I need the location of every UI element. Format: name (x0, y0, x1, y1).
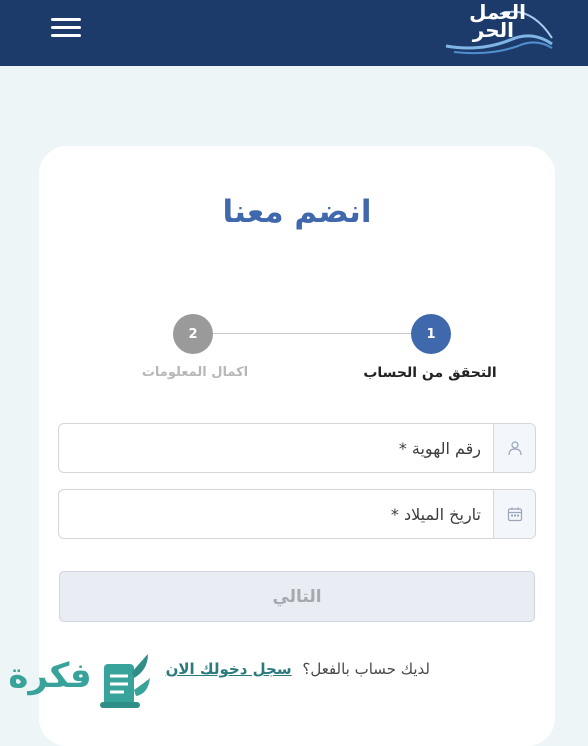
step-1-circle: 1 (411, 314, 451, 354)
user-icon (493, 424, 535, 472)
birth-date-input[interactable] (81, 490, 481, 538)
birth-date-field (58, 489, 536, 539)
step-1-label: التحقق من الحساب (363, 365, 497, 381)
top-bar: العمل الحر (0, 0, 588, 66)
document-leaf-icon (100, 654, 150, 708)
hamburger-menu-icon[interactable] (51, 18, 81, 38)
next-button[interactable]: التالي (59, 571, 535, 622)
page-title: انضم معنا (222, 194, 372, 230)
watermark-logo: فكرة (0, 648, 155, 712)
logo-line-2: الحر (472, 18, 514, 42)
step-2-circle: 2 (173, 314, 213, 354)
site-logo[interactable]: العمل الحر (440, 0, 558, 56)
signin-prompt: لديك حساب بالفعل؟ (302, 660, 430, 678)
step-2-label: اكمال المعلومات (141, 365, 249, 380)
id-number-input[interactable] (81, 424, 481, 472)
signin-link[interactable]: سجل دخولك الان (166, 660, 292, 678)
calendar-icon (493, 490, 535, 538)
id-number-field (58, 423, 536, 473)
watermark-text: فكرة (8, 656, 92, 696)
stepper-connector (213, 333, 411, 334)
signin-row: لديك حساب بالفعل؟ سجل دخولك الان (140, 660, 430, 678)
